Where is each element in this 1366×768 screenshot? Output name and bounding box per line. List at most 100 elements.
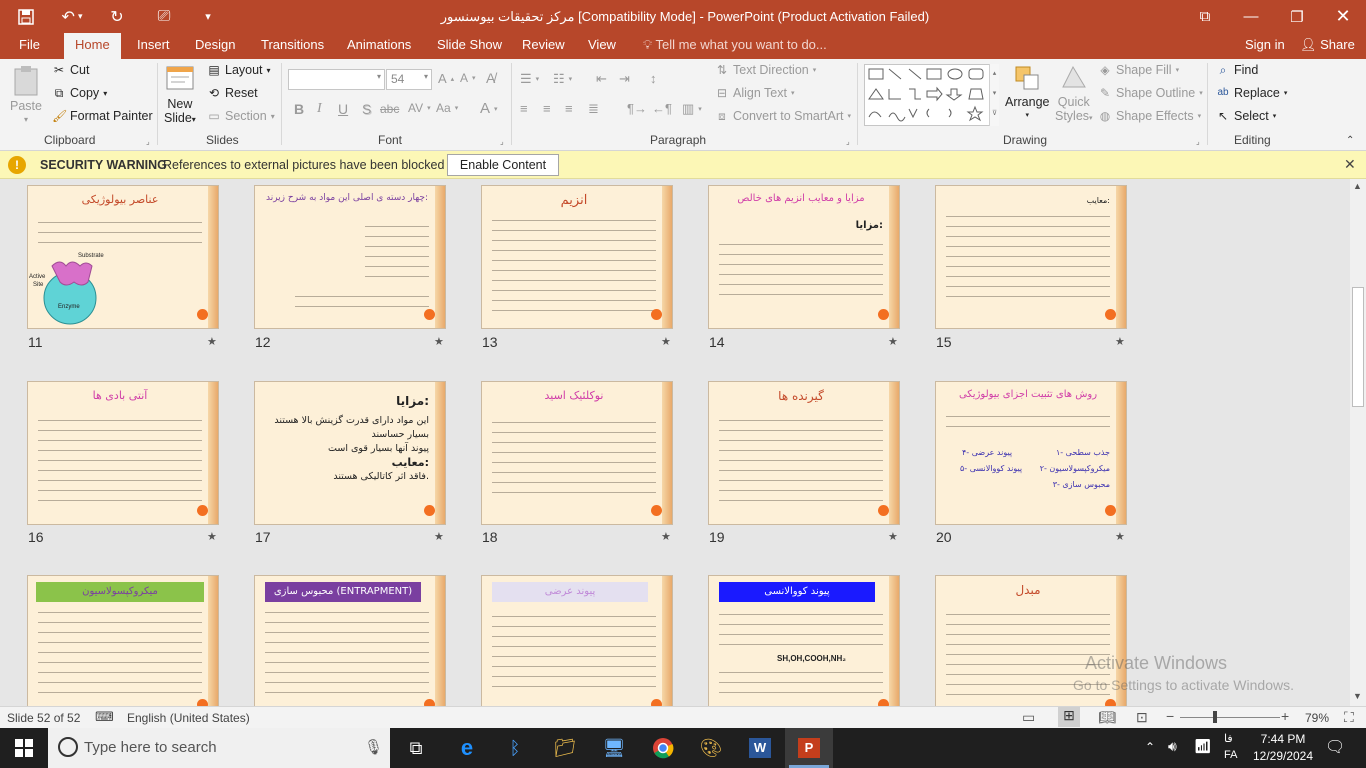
section-button[interactable]: ▭ Section ▾ [207, 109, 274, 123]
sign-in-link[interactable]: Sign in [1245, 33, 1285, 59]
network-icon[interactable]: 📶︎ [1194, 738, 1212, 755]
minimize-icon[interactable]: — [1228, 0, 1274, 33]
dialog-launcher-icon[interactable]: ⌟ [1196, 137, 1200, 146]
char-spacing-icon[interactable]: AV ▾ [408, 101, 431, 115]
slide-thumbnail[interactable]: گیرنده ها [708, 381, 900, 525]
zoom-out-icon[interactable]: − [1166, 708, 1174, 724]
bluetooth-icon[interactable]: ᛒ [491, 728, 539, 768]
align-text-button[interactable]: ⊟ Align Text ▾ [715, 86, 795, 100]
italic-button[interactable]: I [317, 101, 322, 117]
file-explorer-icon[interactable]: 📁︎ [541, 728, 589, 768]
tab-file[interactable]: File [19, 33, 40, 59]
convert-smartart-button[interactable]: ⧈ Convert to SmartArt ▾ [715, 109, 851, 123]
rtl-icon[interactable]: ←¶ [652, 101, 672, 116]
shadow-button[interactable]: S [362, 101, 371, 117]
clock-time[interactable]: 7:44 PM [1252, 732, 1314, 746]
enable-content-button[interactable]: Enable Content [447, 154, 559, 176]
customize-qat-icon[interactable]: ▾ [196, 0, 220, 33]
tab-insert[interactable]: Insert [137, 33, 170, 59]
decrease-indent-icon[interactable]: ⇤ [596, 71, 607, 87]
volume-icon[interactable]: 🔊︎ [1168, 738, 1177, 755]
font-color-icon[interactable]: A ▾ [480, 100, 498, 117]
reading-view-icon[interactable]: 📖︎ [1098, 709, 1116, 726]
paint-icon[interactable]: 🎨︎ [687, 728, 735, 768]
undo-icon[interactable]: ↶ ▾ [54, 0, 90, 33]
fit-to-window-icon[interactable]: ⛶ [1344, 709, 1354, 726]
collapse-ribbon-icon[interactable]: ⌃ [1346, 135, 1354, 146]
replace-button[interactable]: ab Replace ▾ [1216, 86, 1287, 100]
taskbar-search-box[interactable]: Type here to search 🎙︎ [48, 728, 390, 768]
tab-transitions[interactable]: Transitions [261, 33, 324, 59]
slide-thumbnail[interactable]: محبوس سازی (ENTRAPMENT) [254, 575, 446, 706]
tell-me-box[interactable]: 💡︎ Tell me what you want to do... [643, 33, 827, 59]
align-left-icon[interactable]: ≡ [520, 101, 528, 116]
word-icon[interactable]: W [736, 728, 784, 768]
edge-icon[interactable]: e [443, 728, 491, 768]
arrange-button[interactable]: Arrange ▾ [1005, 63, 1049, 119]
tab-review[interactable]: Review [522, 33, 565, 59]
from-beginning-icon[interactable]: ⎚ [146, 0, 182, 33]
tray-chevron-icon[interactable]: ⌃ [1145, 740, 1155, 754]
slide-thumbnail[interactable]: آنتی بادی ها [27, 381, 219, 525]
slide-thumbnail[interactable]: مزایا: این مواد دارای قدرت گزینش بالا هس… [254, 381, 446, 525]
slide-thumbnail[interactable]: پیوند عرضی [481, 575, 673, 706]
change-case-icon[interactable]: Aa ▾ [436, 101, 458, 115]
columns-icon[interactable]: ▥ ▾ [682, 101, 702, 117]
increase-indent-icon[interactable]: ⇥ [619, 71, 630, 87]
dialog-launcher-icon[interactable]: ⌟ [146, 137, 150, 146]
tab-design[interactable]: Design [195, 33, 235, 59]
bold-button[interactable]: B [294, 101, 304, 117]
decrease-font-icon[interactable]: A ▾ [460, 71, 476, 85]
zoom-slider[interactable] [1180, 717, 1280, 718]
scroll-down-icon[interactable]: ▼ [1353, 691, 1362, 701]
close-warning-icon[interactable]: ✕ [1344, 156, 1356, 173]
shape-effects-button[interactable]: ◍ Shape Effects ▾ [1098, 109, 1201, 123]
slide-thumbnail[interactable]: آنزیم [481, 185, 673, 329]
shape-fill-button[interactable]: ◈ Shape Fill ▾ [1098, 63, 1179, 77]
select-button[interactable]: ↖ Select ▾ [1216, 109, 1276, 123]
underline-button[interactable]: U [338, 101, 348, 117]
bullets-icon[interactable]: ☰ ▾ [520, 71, 539, 87]
layout-button[interactable]: ▤ Layout ▾ [207, 63, 270, 77]
align-right-icon[interactable]: ≡ [565, 101, 573, 116]
normal-view-icon[interactable]: ▭ [1022, 709, 1035, 726]
microphone-icon[interactable]: 🎙︎ [364, 738, 383, 756]
clock-date[interactable]: 12/29/2024 [1248, 749, 1318, 763]
language-indicator[interactable]: English (United States) [127, 711, 250, 725]
slide-thumbnail[interactable]: مزایا و معایب آنزیم های خالص مزایا: [708, 185, 900, 329]
zoom-slider-thumb[interactable] [1213, 711, 1217, 723]
scroll-thumb[interactable] [1352, 287, 1364, 407]
zoom-in-icon[interactable]: + [1281, 708, 1289, 724]
ltr-icon[interactable]: ¶→ [627, 101, 647, 116]
remote-desktop-icon[interactable]: 🖥︎ [590, 728, 638, 768]
restore-icon[interactable]: ❐ [1274, 0, 1320, 33]
increase-font-icon[interactable]: A ▴ [438, 71, 454, 86]
cut-button[interactable]: ✂ Cut [52, 63, 89, 77]
zoom-level[interactable]: 79% [1305, 711, 1329, 725]
shape-outline-button[interactable]: ✎ Shape Outline ▾ [1098, 86, 1203, 100]
gallery-scroll-icon[interactable]: ▴ ▾ ⊽ [989, 64, 999, 126]
slide-sorter-view-icon[interactable]: ⊞ [1058, 707, 1080, 727]
spellcheck-icon[interactable]: ⌨ [95, 709, 114, 725]
find-button[interactable]: ⌕ Find [1216, 63, 1259, 77]
tab-animations[interactable]: Animations [347, 33, 411, 59]
vertical-scrollbar[interactable]: ▲ ▼ [1350, 179, 1366, 706]
powerpoint-icon[interactable]: P [785, 728, 833, 768]
clear-format-icon[interactable]: A̸ [486, 70, 495, 86]
notifications-icon[interactable]: 🗨︎ [1325, 737, 1345, 757]
input-language-native[interactable]: فا [1224, 732, 1233, 745]
redo-icon[interactable]: ↻ [100, 0, 134, 33]
shapes-gallery[interactable] [864, 64, 999, 126]
strikethrough-button[interactable]: abc [380, 102, 399, 116]
save-icon[interactable] [8, 0, 44, 33]
slide-thumbnail[interactable]: روش های تثبیت اجزای بیولوژیکی ۱- جذب سطح… [935, 381, 1127, 525]
task-view-icon[interactable]: ⧉ [392, 728, 440, 768]
text-direction-button[interactable]: ⇅ Text Direction ▾ [715, 63, 816, 77]
slide-thumbnail[interactable]: میکروکپسولاسیون [27, 575, 219, 706]
slideshow-view-icon[interactable]: ⊡ [1136, 709, 1148, 726]
tab-slide-show[interactable]: Slide Show [437, 33, 502, 59]
slide-thumbnail[interactable]: چهار دسته ی اصلی این مواد به شرح زیرند: [254, 185, 446, 329]
slide-thumbnail[interactable]: نوکلئیک اسید [481, 381, 673, 525]
chrome-icon[interactable] [639, 728, 687, 768]
close-icon[interactable]: ✕ [1320, 0, 1366, 33]
